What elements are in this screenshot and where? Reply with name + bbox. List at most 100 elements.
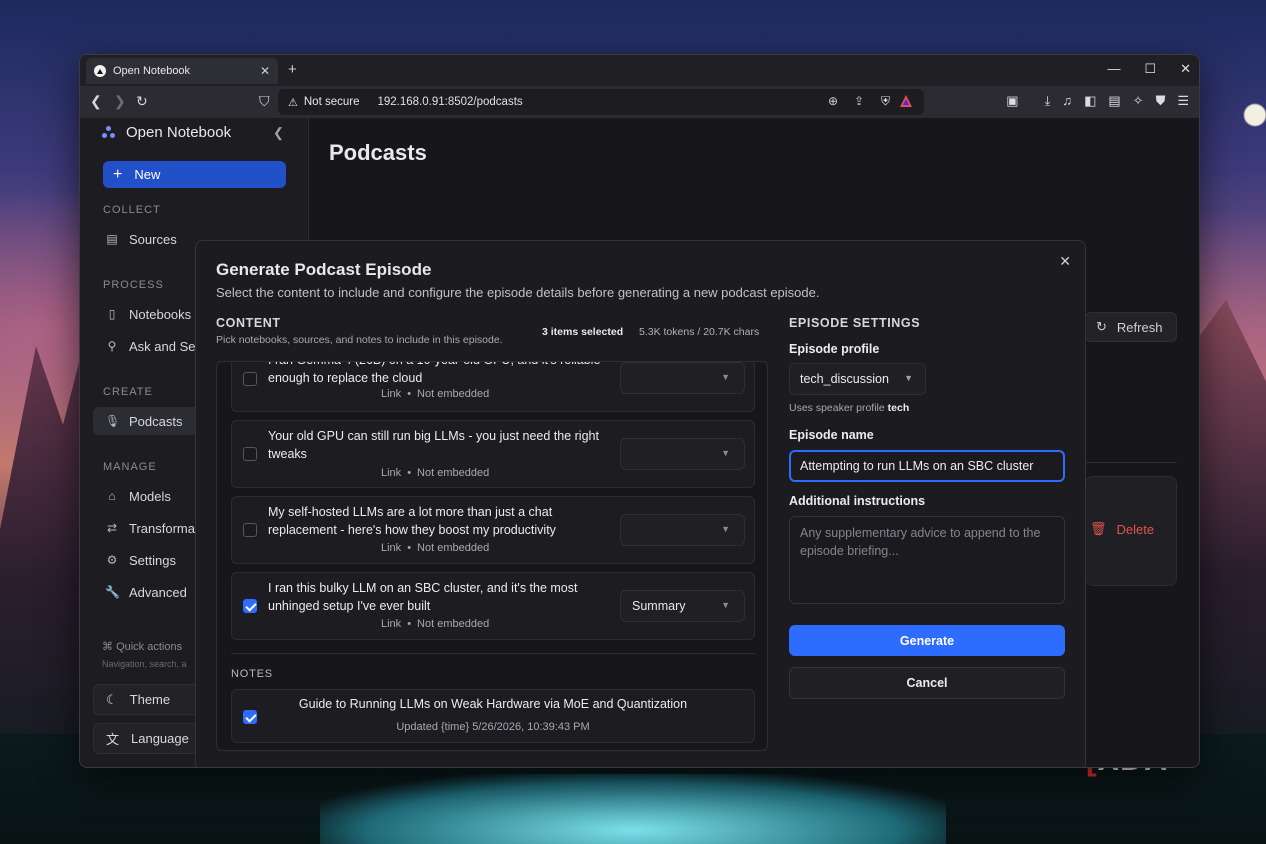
quick-actions[interactable]: ⌘ Quick actions	[102, 640, 182, 653]
chevron-down-icon: ▼	[721, 600, 730, 610]
source-checkbox[interactable]	[243, 447, 257, 461]
source-mode-select[interactable]: ▼	[620, 438, 745, 470]
url-field[interactable]: ⚠ Not secure 192.168.0.91:8502/podcasts …	[278, 89, 924, 115]
notes-label: NOTES	[231, 668, 273, 680]
back-icon[interactable]: ❮	[90, 93, 102, 110]
section-process: PROCESS	[103, 279, 164, 291]
url-text: 192.168.0.91:8502/podcasts	[377, 96, 523, 108]
vpn-icon[interactable]: ⛊	[1156, 93, 1166, 109]
generate-button[interactable]: Generate	[789, 625, 1065, 656]
tab-title: Open Notebook	[113, 65, 191, 77]
speaker-profile-hint: Uses speaker profile tech	[789, 402, 909, 414]
book-icon: ▯	[108, 307, 116, 321]
quick-actions-label: Quick actions	[116, 641, 183, 653]
episode-name-input[interactable]	[789, 450, 1065, 482]
source-list[interactable]: I ran Gemma 4 (26B) on a 10-year-old GPU…	[231, 362, 755, 750]
instructions-textarea[interactable]	[789, 516, 1065, 604]
browser-tab[interactable]: Open Notebook ✕	[86, 58, 278, 84]
share-icon[interactable]: ⇪	[854, 94, 864, 108]
source-type: Link	[381, 467, 402, 479]
address-bar: ❮ ❯ ↻ ⛉ ⚠ Not secure 192.168.0.91:8502/p…	[80, 86, 1199, 118]
delete-label: Delete	[1116, 521, 1155, 537]
language-label: Language	[131, 731, 189, 746]
source-meta: Link • Not embedded	[381, 388, 490, 400]
delete-button[interactable]: 🗑 Delete	[1090, 521, 1154, 537]
source-meta: Link • Not embedded	[381, 467, 490, 479]
zoom-icon[interactable]: ⊕	[828, 94, 838, 108]
list-item[interactable]: Your old GPU can still run big LLMs - yo…	[231, 420, 755, 488]
page-title: Podcasts	[329, 140, 427, 165]
note-updated: Updated {time} 5/26/2026, 10:39:43 PM	[396, 721, 590, 733]
brave-rewards-icon[interactable]	[899, 94, 913, 108]
sidebar-item-label: Settings	[129, 552, 176, 568]
source-mode-select[interactable]: ▼	[620, 362, 745, 394]
sidebar-item-label: Sources	[129, 231, 177, 247]
wrench-icon: 🔧	[105, 585, 120, 599]
sidebar-item-label: Notebooks	[129, 306, 192, 322]
music-icon[interactable]: ♫	[1062, 93, 1072, 109]
dialog-description: Select the content to include and config…	[216, 285, 820, 300]
new-tab-icon[interactable]: +	[288, 61, 297, 78]
sidebar-item-label: Transforma	[129, 520, 195, 536]
chevron-down-icon: ▼	[721, 524, 730, 534]
source-checkbox[interactable]	[243, 599, 257, 613]
microphone-icon: 🎙	[105, 414, 121, 428]
sidebar-item-label: Advanced	[129, 584, 187, 600]
security-label: Not secure	[303, 96, 360, 108]
reader-icon[interactable]: ▣	[1006, 93, 1018, 109]
hint-prefix: Uses speaker profile	[789, 402, 885, 414]
collapse-sidebar-icon[interactable]: ❮	[273, 125, 284, 141]
gear-icon: ⚙	[106, 553, 118, 567]
app-area: Open Notebook ❮ + New COLLECT ▤ Sources P…	[80, 118, 1199, 767]
favicon-icon	[94, 65, 106, 77]
refresh-label: Refresh	[1116, 319, 1163, 335]
close-icon[interactable]: ✕	[1059, 253, 1071, 270]
logo-icon	[102, 125, 116, 140]
list-item[interactable]: I ran this bulky LLM on an SBC cluster, …	[231, 572, 755, 640]
new-button[interactable]: + New	[103, 161, 286, 188]
close-window-icon[interactable]: ✕	[1180, 61, 1191, 77]
cancel-button[interactable]: Cancel	[789, 667, 1065, 699]
wallet-icon[interactable]: ▤	[1108, 93, 1120, 109]
generate-podcast-dialog: Generate Podcast Episode Select the cont…	[195, 240, 1086, 767]
shuffle-icon: ⇄	[106, 521, 118, 535]
source-meta: Link • Not embedded	[381, 542, 490, 554]
dialog-title: Generate Podcast Episode	[216, 260, 432, 279]
menu-icon[interactable]: ☰	[1177, 93, 1189, 109]
source-title: I ran this bulky LLM on an SBC cluster, …	[268, 581, 578, 613]
theme-label: Theme	[129, 692, 171, 707]
leo-ai-icon[interactable]: ✧	[1133, 93, 1144, 109]
source-type: Link	[381, 542, 402, 554]
content-subtitle: Pick notebooks, sources, and notes to in…	[216, 334, 503, 346]
close-tab-icon[interactable]: ✕	[260, 64, 270, 78]
plus-icon: +	[113, 165, 123, 183]
source-status: Not embedded	[417, 467, 490, 479]
minimize-icon[interactable]: —	[1107, 61, 1120, 77]
episode-profile-select[interactable]: tech_discussion ▼	[789, 363, 926, 395]
source-mode-select[interactable]: Summary ▼	[620, 590, 745, 622]
note-item[interactable]: Guide to Running LLMs on Weak Hardware v…	[231, 689, 755, 743]
section-create: CREATE	[103, 386, 153, 398]
list-item[interactable]: My self-hosted LLMs are a lot more than …	[231, 496, 755, 564]
note-title: Guide to Running LLMs on Weak Hardware v…	[298, 697, 688, 711]
search-icon: ⚲	[107, 339, 117, 353]
source-title: My self-hosted LLMs are a lot more than …	[268, 505, 556, 537]
divider	[231, 653, 755, 654]
source-mode-select[interactable]: ▼	[620, 514, 745, 546]
refresh-button[interactable]: ↻ Refresh	[1085, 312, 1177, 342]
sidebar-item-label: Ask and Se	[129, 338, 196, 354]
source-meta: Link • Not embedded	[381, 618, 490, 630]
wallpaper-lake	[320, 774, 946, 844]
brave-shields-icon[interactable]: ⛨	[881, 94, 890, 109]
reload-icon[interactable]: ↻	[136, 93, 148, 110]
sidebar-item-label: Podcasts	[129, 413, 183, 429]
episode-profile-label: Episode profile	[789, 342, 880, 356]
source-checkbox[interactable]	[243, 523, 257, 537]
bookmark-icon[interactable]: ⛉	[259, 93, 270, 110]
forward-icon[interactable]: ❯	[114, 93, 126, 110]
list-item[interactable]: I ran Gemma 4 (26B) on a 10-year-old GPU…	[231, 362, 755, 412]
source-checkbox[interactable]	[243, 372, 257, 386]
sidebar-toggle-icon[interactable]: ◧	[1084, 93, 1096, 109]
maximize-icon[interactable]: ☐	[1144, 61, 1156, 77]
download-icon[interactable]: ⤓	[1045, 93, 1051, 109]
